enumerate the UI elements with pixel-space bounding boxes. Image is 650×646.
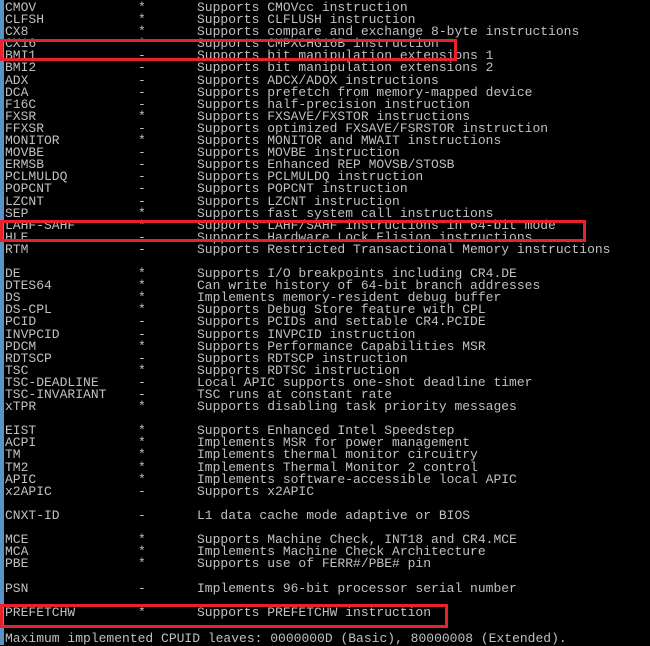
feature-row-cnxt-id: CNXT-ID - L1 data cache mode adaptive or B… bbox=[5, 507, 650, 523]
feature-support-flag: * bbox=[138, 399, 146, 415]
feature-row-pbe: PBE * Supports use of FERR#/PBE# pin bbox=[5, 556, 650, 572]
feature-support-flag: - bbox=[138, 241, 146, 257]
feature-row-psn: PSN - Implements 96-bit processor serial n… bbox=[5, 580, 650, 596]
feature-name: PSN bbox=[5, 580, 29, 596]
feature-description: Supports use of FERR#/PBE# pin bbox=[197, 556, 432, 572]
feature-row-rtm: RTM - Supports Restricted Transactional Me… bbox=[5, 241, 650, 257]
cpuid-leaves-summary: Maximum implemented CPUID leaves: 000000… bbox=[5, 631, 567, 646]
feature-row-apic: APIC * Implements software-accessible loca… bbox=[5, 473, 650, 486]
feature-name: x2APIC bbox=[5, 483, 52, 499]
feature-description: Supports disabling task priority message… bbox=[197, 399, 517, 415]
feature-row-x2apic: x2APIC - Supports x2APIC bbox=[5, 483, 650, 499]
feature-name: xTPR bbox=[5, 399, 37, 415]
console-output: CMOV * Supports CMOVcc instruction CLFSH * Su… bbox=[5, 1, 650, 619]
feature-description: Implements 96-bit processor serial numbe… bbox=[197, 580, 517, 596]
feature-description: Supports x2APIC bbox=[197, 483, 315, 499]
feature-row-xtpr: xTPR * Supports disabling task priority me… bbox=[5, 399, 650, 415]
highlight-box-cx16 bbox=[0, 39, 457, 61]
feature-description: Supports Restricted Transactional Memory… bbox=[197, 241, 611, 257]
feature-name: PBE bbox=[5, 556, 29, 572]
highlight-box-lahf-sahf bbox=[0, 220, 586, 242]
feature-support-flag: - bbox=[138, 580, 146, 596]
feature-description: L1 data cache mode adaptive or BIOS bbox=[197, 507, 471, 523]
window-left-edge bbox=[0, 0, 4, 645]
feature-support-flag: * bbox=[138, 556, 146, 572]
feature-name: CNXT-ID bbox=[5, 507, 60, 523]
feature-support-flag: - bbox=[138, 507, 146, 523]
feature-name: RTM bbox=[5, 241, 29, 257]
highlight-box-prefetchw bbox=[0, 604, 448, 628]
feature-support-flag: - bbox=[138, 483, 146, 499]
